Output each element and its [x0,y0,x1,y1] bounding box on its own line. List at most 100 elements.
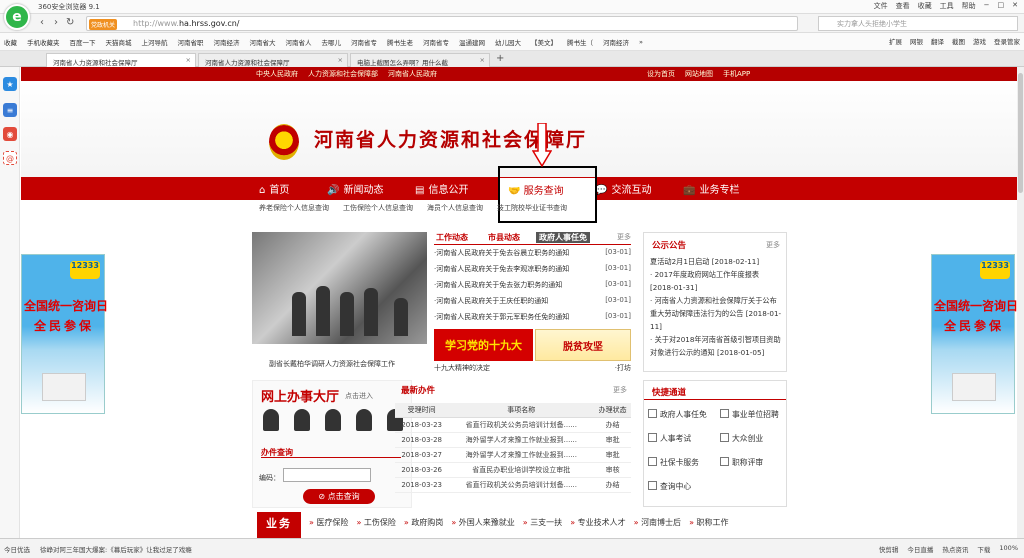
nav-service-query[interactable]: 🤝 服务查询 [500,178,595,200]
tab-city-news[interactable]: 市县动态 [488,232,520,243]
bookmark-item[interactable]: 河南省专 [351,37,377,47]
close-icon[interactable]: × [480,56,485,64]
table-row[interactable]: 2018-03-26 省直民办职业培训学校设立审批 审核 [395,462,631,478]
screenshot-button[interactable]: 截图 [952,36,965,46]
quick-startup[interactable]: 大众创业 [720,433,763,444]
pension-query-link[interactable]: 养老保险个人信息查询 [259,203,329,213]
news-item[interactable]: ·河南省人民政府关于免去谷晨立职务的通知 [03-01] [434,248,631,264]
biz-postdoc[interactable]: 河南博士后 [634,517,681,528]
status-live[interactable]: 今日直播 [907,544,933,554]
tab-hrss-active[interactable]: 河南省人力资源和社会保障厅 × [46,53,196,67]
search-input[interactable]: 实力拿人头拒绝小学生 [818,16,1018,31]
tab-hrss[interactable]: 河南省人力资源和社会保障厅 × [198,53,348,67]
menu-file[interactable]: 文件 [874,1,888,11]
news-more-link[interactable]: 更多 [617,232,631,242]
biz-gov-purchase[interactable]: 政府购岗 [404,517,443,528]
table-row[interactable]: 2018-03-23 省直行政机关公务员培训计划备...... 办结 [395,417,631,433]
bookmark-item[interactable]: 河南省职 [178,37,204,47]
tab-work-news[interactable]: 工作动态 [436,232,468,243]
notice-item[interactable]: 夏活动2月1日启动 [2018-02-11] [650,255,782,268]
seaman-query-link[interactable]: 海员个人信息查询 [427,203,483,213]
menu-tools[interactable]: 工具 [940,1,954,11]
link-set-homepage[interactable]: 设为首页 [647,69,675,79]
bookmark-item[interactable]: 去哪儿 [322,37,342,47]
bank-button[interactable]: 网银 [910,36,923,46]
bookmark-item[interactable]: 河南经济 [214,37,240,47]
refresh-icon[interactable]: ↻ [66,17,74,28]
biz-three-supports[interactable]: 三支一扶 [523,517,562,528]
nav-info-public[interactable]: ▤ 信息公开 [415,181,468,196]
injury-insurance-query-link[interactable]: 工伤保险个人信息查询 [343,203,413,213]
bookmark-item[interactable]: 上河导航 [142,37,168,47]
bookmark-item[interactable]: 河南省大 [250,37,276,47]
biz-foreign-employment[interactable]: 外国人来豫就业 [451,517,515,528]
status-hot-news[interactable]: 热点资讯 [942,544,968,554]
quick-personnel[interactable]: 政府人事任免 [648,409,707,420]
maximize-button[interactable]: □ [998,1,1005,11]
bookmark-item[interactable]: 幼儿园大 [495,37,521,47]
hall-enter-link[interactable]: 点击进入 [345,391,373,401]
notice-more-link[interactable]: 更多 [766,240,780,250]
quick-social-card[interactable]: 社保卡服务 [648,457,699,468]
news-item[interactable]: ·河南省人民政府关于免去张力职务的通知 [03-01] [434,280,631,296]
tab-screenshot-help[interactable]: 电脑上截图怎么弄啊？用什么截 × [350,53,490,67]
nav-news[interactable]: 🔊 新闻动态 [327,181,383,196]
status-zoom[interactable]: 100% [999,544,1018,554]
menu-favorites[interactable]: 收藏 [918,1,932,11]
status-daily-picks[interactable]: 今日优选 [4,544,30,554]
nav-interaction[interactable]: 💬 交流互动 [595,181,651,196]
back-arrow-icon[interactable]: ‹ [40,17,44,28]
nav-business[interactable]: 💼 业务专栏 [683,181,739,196]
code-input[interactable] [283,468,371,482]
mail-sidebar-icon[interactable]: @ [3,151,17,165]
bookmark-item[interactable]: 温通建网 [459,37,485,47]
table-row[interactable]: 2018-03-27 海外留学人才来豫工作就业报到...... 审批 [395,447,631,463]
close-icon[interactable]: × [338,56,343,64]
bookmark-item[interactable]: 天猫商城 [106,37,132,47]
left-side-ad[interactable]: 12333 全国统一咨询日 全民参保 [21,254,108,414]
translate-button[interactable]: 翻译 [931,36,944,46]
promo-caption-left[interactable]: 十九大精神的决定 [434,363,490,373]
bookmark-item[interactable]: 河南经济 [603,37,629,47]
photo-caption[interactable]: 副省长戴柏华调研人力资源社会保障工作 [269,359,395,369]
close-button[interactable]: ✕ [1012,1,1018,11]
bookmark-item[interactable]: 腾书生（ [567,37,593,47]
biz-professional-talent[interactable]: 专业技术人才 [570,517,626,528]
status-quick-edit[interactable]: 快剪辑 [879,544,899,554]
vertical-scrollbar[interactable] [1017,67,1024,538]
tab-personnel[interactable]: 政府人事任免 [536,232,590,243]
login-manager-button[interactable]: 登录管家 [994,36,1020,46]
menu-view[interactable]: 查看 [896,1,910,11]
notes-sidebar-icon[interactable]: ≡ [3,103,17,117]
quick-title-review[interactable]: 职称评审 [720,457,763,468]
weibo-sidebar-icon[interactable]: ◉ [3,127,17,141]
news-item[interactable]: ·河南省人民政府关于免去李观凉职务的通知 [03-01] [434,264,631,280]
link-mohrss[interactable]: 人力资源和社会保障部 [308,69,378,79]
link-henan-gov[interactable]: 河南省人民政府 [388,69,437,79]
promo-poverty[interactable]: 脱贫攻坚 [535,329,631,361]
favorites-sidebar-icon[interactable]: ★ [3,77,17,91]
link-mobile-app[interactable]: 手机APP [723,69,750,79]
close-icon[interactable]: × [186,56,191,64]
new-tab-button[interactable]: + [496,53,504,64]
biz-medical-insurance[interactable]: 医疗保险 [309,517,348,528]
bookmark-item[interactable]: 手机收藏夹 [27,37,60,47]
latest-more-link[interactable]: 更多 [613,385,627,395]
quick-query-center[interactable]: 查询中心 [648,481,691,492]
forward-arrow-icon[interactable]: › [54,17,58,28]
news-item[interactable]: ·河南省人民政府关于郭元军职务任免的通知 [03-01] [434,312,631,328]
news-photo[interactable] [252,232,427,344]
news-item[interactable]: ·河南省人民政府关于王庆任职的通知 [03-01] [434,296,631,312]
table-row[interactable]: 2018-03-28 海外留学人才来豫工作就业报到...... 审批 [395,432,631,448]
bookmark-item[interactable]: 【美文】 [531,37,557,47]
360-logo-icon[interactable]: e [4,4,30,30]
biz-injury-insurance[interactable]: 工伤保险 [356,517,396,528]
link-central-gov[interactable]: 中央人民政府 [256,69,298,79]
bookmark-overflow[interactable]: » [639,38,643,46]
extensions-button[interactable]: 扩展 [889,36,902,46]
nav-home[interactable]: ⌂ 首页 [259,181,289,196]
link-sitemap[interactable]: 网站地图 [685,69,713,79]
quick-exam[interactable]: 人事考试 [648,433,691,444]
technical-school-cert-link[interactable]: 技工院校毕业证书查询 [497,203,567,213]
notice-item[interactable]: · 关于对2018年河南省首级引智项目资助对象进行公示的通知 [2018-01-… [650,333,782,359]
